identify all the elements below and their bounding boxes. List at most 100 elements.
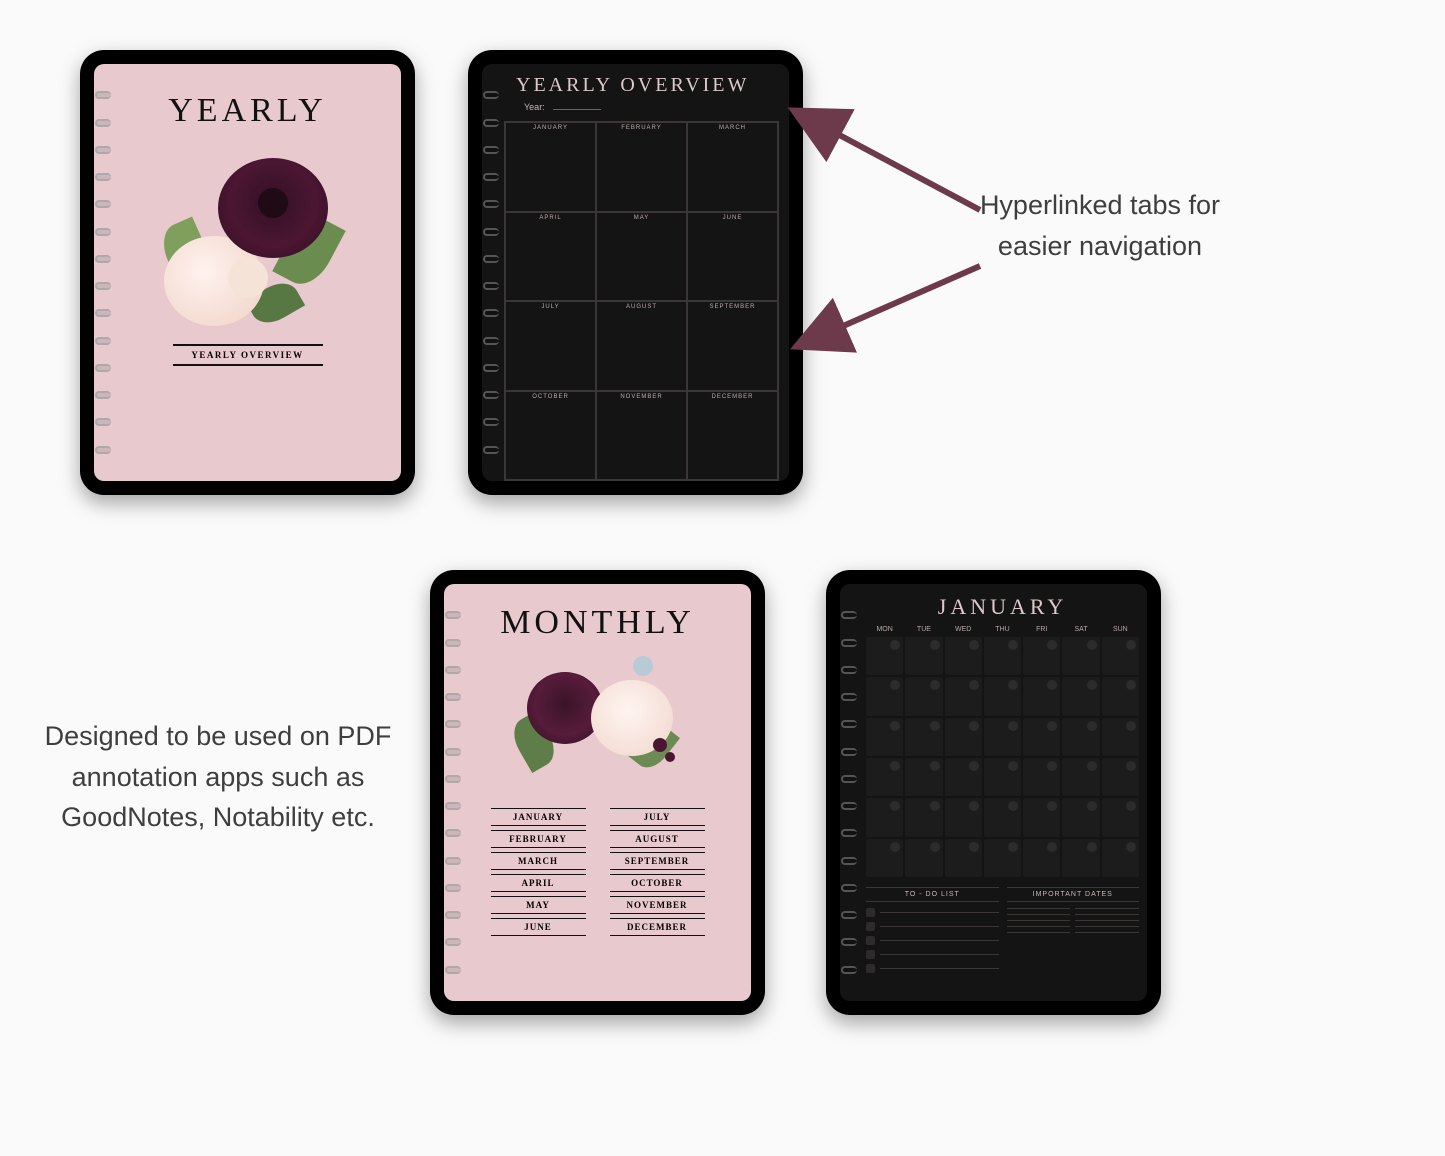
date-input-line[interactable] — [1007, 932, 1071, 933]
calendar-cell[interactable] — [1023, 718, 1060, 756]
calendar-cell[interactable] — [945, 839, 982, 877]
checkbox-icon[interactable] — [866, 950, 875, 959]
calendar-cell[interactable] — [1023, 637, 1060, 675]
calendar-cell[interactable] — [945, 798, 982, 836]
month-link-february[interactable]: FEBRUARY — [491, 830, 586, 848]
calendar-cell[interactable] — [1102, 677, 1139, 715]
date-input-line[interactable] — [1075, 908, 1139, 909]
calendar-cell[interactable] — [866, 677, 903, 715]
todo-input-line[interactable] — [880, 940, 999, 941]
month-cell-april[interactable]: APRIL — [505, 212, 596, 302]
year-input-line[interactable] — [553, 109, 601, 110]
month-link-november[interactable]: NOVEMBER — [610, 896, 705, 914]
calendar-cell[interactable] — [866, 758, 903, 796]
calendar-cell[interactable] — [866, 839, 903, 877]
calendar-cell[interactable] — [1062, 637, 1099, 675]
calendar-cell[interactable] — [905, 637, 942, 675]
calendar-cell[interactable] — [905, 798, 942, 836]
yearly-overview-link[interactable]: YEARLY OVERVIEW — [173, 344, 323, 366]
weekday-header: MONTUEWEDTHUFRISATSUN — [866, 626, 1139, 633]
month-cell-october[interactable]: OCTOBER — [505, 391, 596, 481]
month-link-june[interactable]: JUNE — [491, 918, 586, 936]
calendar-cell[interactable] — [866, 718, 903, 756]
date-input-line[interactable] — [1007, 908, 1071, 909]
month-cell-december[interactable]: DECEMBER — [687, 391, 778, 481]
month-cell-august[interactable]: AUGUST — [596, 301, 687, 391]
calendar-cell[interactable] — [984, 758, 1021, 796]
month-cell-march[interactable]: MARCH — [687, 122, 778, 212]
calendar-cell[interactable] — [1023, 798, 1060, 836]
date-input-line[interactable] — [1075, 914, 1139, 915]
date-input-line[interactable] — [1007, 920, 1071, 921]
calendar-cell[interactable] — [905, 718, 942, 756]
calendar-cell[interactable] — [1102, 758, 1139, 796]
annotation-apps: Designed to be used on PDF annotation ap… — [38, 716, 398, 838]
month-link-april[interactable]: APRIL — [491, 874, 586, 892]
date-input-line[interactable] — [1007, 926, 1071, 927]
ipad-yearly-cover: YEARLY YEARLY OVERVIEW YEARLYMONTHLYWEEK… — [80, 50, 415, 495]
calendar-cell[interactable] — [945, 718, 982, 756]
calendar-cell[interactable] — [984, 637, 1021, 675]
date-input-line[interactable] — [1075, 920, 1139, 921]
date-input-line[interactable] — [1007, 914, 1071, 915]
calendar-cell[interactable] — [905, 839, 942, 877]
ipad-january: JANUARY MONTUEWEDTHUFRISATSUN TO - DO LI… — [826, 570, 1161, 1015]
calendar-cell[interactable] — [1023, 758, 1060, 796]
checkbox-icon[interactable] — [866, 964, 875, 973]
month-link-october[interactable]: OCTOBER — [610, 874, 705, 892]
month-cell-june[interactable]: JUNE — [687, 212, 778, 302]
calendar-cell[interactable] — [945, 758, 982, 796]
calendar-cell[interactable] — [1102, 718, 1139, 756]
month-cell-november[interactable]: NOVEMBER — [596, 391, 687, 481]
calendar-cell[interactable] — [945, 637, 982, 675]
month-cell-may[interactable]: MAY — [596, 212, 687, 302]
month-link-december[interactable]: DECEMBER — [610, 918, 705, 936]
month-link-march[interactable]: MARCH — [491, 852, 586, 870]
month-link-september[interactable]: SEPTEMBER — [610, 852, 705, 870]
month-cell-february[interactable]: FEBRUARY — [596, 122, 687, 212]
date-input-line[interactable] — [1075, 926, 1139, 927]
month-cell-january[interactable]: JANUARY — [505, 122, 596, 212]
calendar-cell[interactable] — [984, 798, 1021, 836]
calendar-cell[interactable] — [1102, 798, 1139, 836]
checkbox-icon[interactable] — [866, 908, 875, 917]
overview-title: YEARLY OVERVIEW — [516, 74, 749, 97]
flower-illustration — [158, 148, 338, 318]
calendar-cell[interactable] — [1062, 798, 1099, 836]
todo-input-line[interactable] — [880, 926, 999, 927]
calendar-cell[interactable] — [866, 798, 903, 836]
monthly-cover-page: MONTHLY JANUARYFEBRUARYMARCHAPRILMAYJUNE… — [444, 584, 751, 1001]
calendar-cell[interactable] — [945, 677, 982, 715]
yearly-grid: JANUARYFEBRUARYMARCH APRILMAYJUNE JULYAUGU… — [504, 121, 779, 481]
month-cell-july[interactable]: JULY — [505, 301, 596, 391]
yearly-overview-page: YEARLY OVERVIEW Year: JANUARYFEBRUARYMAR… — [482, 64, 789, 481]
date-input-line[interactable] — [1075, 932, 1139, 933]
ipad-yearly-overview: YEARLY OVERVIEW Year: JANUARYFEBRUARYMAR… — [468, 50, 803, 495]
yearly-cover-page: YEARLY YEARLY OVERVIEW YEARLYMONTHLYWEEK… — [94, 64, 401, 481]
todo-input-line[interactable] — [880, 968, 999, 969]
calendar-cell[interactable] — [1023, 839, 1060, 877]
todo-input-line[interactable] — [880, 954, 999, 955]
checkbox-icon[interactable] — [866, 936, 875, 945]
calendar-cell[interactable] — [1102, 839, 1139, 877]
arrow-icon — [820, 120, 1000, 225]
calendar-cell[interactable] — [866, 637, 903, 675]
calendar-cell[interactable] — [1023, 677, 1060, 715]
calendar-cell[interactable] — [1062, 839, 1099, 877]
calendar-cell[interactable] — [905, 758, 942, 796]
month-link-august[interactable]: AUGUST — [610, 830, 705, 848]
calendar-cell[interactable] — [1062, 758, 1099, 796]
month-link-july[interactable]: JULY — [610, 808, 705, 826]
calendar-cell[interactable] — [984, 839, 1021, 877]
month-link-january[interactable]: JANUARY — [491, 808, 586, 826]
month-cell-september[interactable]: SEPTEMBER — [687, 301, 778, 391]
calendar-cell[interactable] — [1062, 718, 1099, 756]
calendar-cell[interactable] — [1102, 637, 1139, 675]
calendar-cell[interactable] — [1062, 677, 1099, 715]
calendar-cell[interactable] — [984, 718, 1021, 756]
checkbox-icon[interactable] — [866, 922, 875, 931]
calendar-cell[interactable] — [905, 677, 942, 715]
todo-input-line[interactable] — [880, 912, 999, 913]
calendar-cell[interactable] — [984, 677, 1021, 715]
month-link-may[interactable]: MAY — [491, 896, 586, 914]
